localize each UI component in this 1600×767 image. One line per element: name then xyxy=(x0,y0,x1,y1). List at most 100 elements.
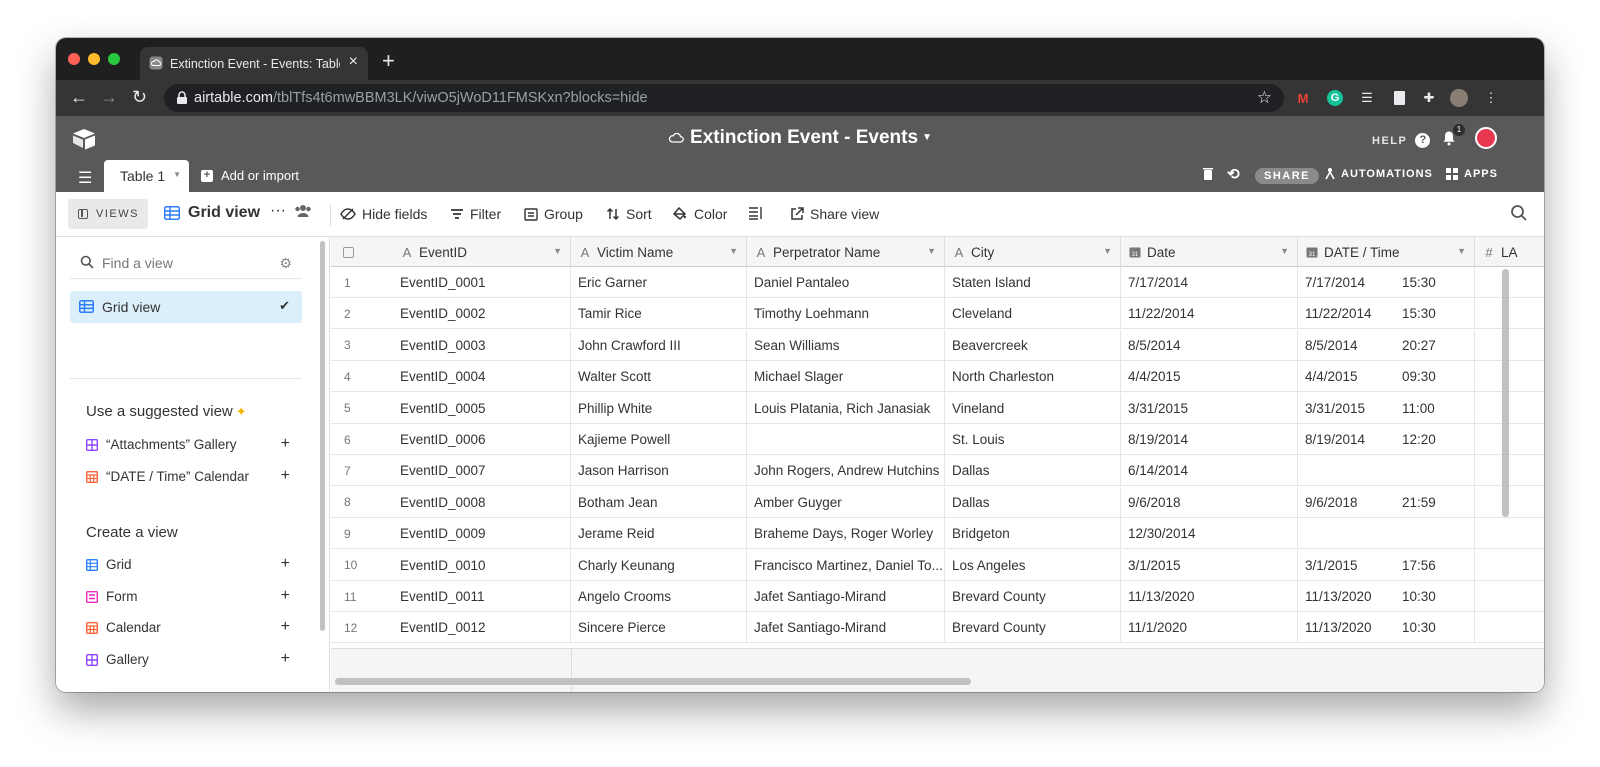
apps-button[interactable]: APPS xyxy=(1445,167,1498,181)
table-row[interactable]: 11 EventID_0011 Angelo Crooms Jafet Santiag… xyxy=(331,581,1544,612)
plus-icon[interactable]: + xyxy=(281,650,290,668)
create-calendar-view[interactable]: Calendar + xyxy=(86,618,290,635)
plus-icon[interactable]: + xyxy=(281,555,290,573)
minimize-window-button[interactable] xyxy=(88,53,100,65)
filter-button[interactable]: Filter xyxy=(450,206,501,222)
plus-icon[interactable]: + xyxy=(281,587,290,605)
table-row[interactable]: 4 EventID_0004 Walter Scott Michael Slager N… xyxy=(331,361,1544,393)
row-height-icon[interactable] xyxy=(748,206,770,220)
grammarly-extension-icon[interactable]: G xyxy=(1326,89,1344,107)
cell-perpetrator-name[interactable]: Braheme Days, Roger Worley xyxy=(747,518,945,550)
cell-perpetrator-name[interactable]: Michael Slager xyxy=(747,361,945,393)
cell-la[interactable] xyxy=(1475,298,1544,329)
new-tab-button[interactable]: + xyxy=(382,48,395,74)
gear-icon[interactable]: ⚙ xyxy=(279,255,292,272)
table-row[interactable]: 2 EventID_0002 Tamir Rice Timothy Loehmann C… xyxy=(331,298,1544,330)
cell-la[interactable] xyxy=(1475,267,1544,298)
sort-button[interactable]: Sort xyxy=(606,206,652,222)
share-button[interactable]: SHARE xyxy=(1255,168,1320,184)
cell-date[interactable]: 3/31/2015 xyxy=(1121,392,1298,424)
history-icon[interactable]: ⟲ xyxy=(1227,165,1241,183)
cell-date-time[interactable]: 9/6/2018 21:59 xyxy=(1298,486,1475,518)
color-button[interactable]: Color xyxy=(673,206,727,222)
cell-eventid[interactable]: EventID_0011 xyxy=(393,581,571,612)
chevron-down-icon[interactable]: ▼ xyxy=(1103,246,1112,256)
cell-date-time[interactable]: 11/13/2020 10:30 xyxy=(1298,581,1475,612)
cell-victim-name[interactable]: Phillip White xyxy=(571,392,747,424)
cell-city[interactable]: Dallas xyxy=(945,455,1121,487)
cell-date-time[interactable]: 3/31/2015 11:00 xyxy=(1298,392,1475,424)
table-row[interactable]: 8 EventID_0008 Botham Jean Amber Guyger Dall… xyxy=(331,486,1544,518)
cell-city[interactable]: Beavercreek xyxy=(945,329,1121,361)
cell-date[interactable]: 4/4/2015 xyxy=(1121,361,1298,393)
search-icon[interactable] xyxy=(1510,204,1528,222)
cell-date[interactable]: 8/19/2014 xyxy=(1121,424,1298,455)
caret-down-icon[interactable]: ▼ xyxy=(173,170,181,179)
trash-icon[interactable] xyxy=(1202,167,1214,181)
cell-victim-name[interactable]: Charly Keunang xyxy=(571,549,747,581)
cell-la[interactable] xyxy=(1475,612,1544,643)
vertical-scrollbar[interactable] xyxy=(1502,269,1509,517)
find-view-input[interactable]: Find a view ⚙ xyxy=(70,247,302,279)
table-row[interactable]: 6 EventID_0006 Kajieme Powell St. Louis 8/19… xyxy=(331,424,1544,455)
profile-avatar-icon[interactable] xyxy=(1450,89,1468,107)
cell-city[interactable]: Cleveland xyxy=(945,298,1121,330)
cell-city[interactable]: Brevard County xyxy=(945,612,1121,644)
cell-la[interactable] xyxy=(1475,393,1544,424)
table-row[interactable]: 3 EventID_0003 John Crawford III Sean Willi… xyxy=(331,329,1544,361)
column-header-date-time[interactable]: 31 DATE / Time ▼ xyxy=(1298,237,1475,267)
cell-victim-name[interactable]: Sincere Pierce xyxy=(571,612,747,644)
cell-la[interactable] xyxy=(1475,581,1544,612)
cell-date-time[interactable]: 11/13/2020 10:30 xyxy=(1298,612,1475,644)
cell-date[interactable]: 11/22/2014 xyxy=(1121,298,1298,330)
cell-perpetrator-name[interactable]: Jafet Santiago-Mirand xyxy=(747,612,945,644)
group-button[interactable]: Group xyxy=(524,206,583,222)
current-view-name[interactable]: Grid view xyxy=(164,204,260,222)
cell-eventid[interactable]: EventID_0004 xyxy=(393,361,571,393)
cell-victim-name[interactable]: John Crawford III xyxy=(571,329,747,361)
hide-fields-button[interactable]: Hide fields xyxy=(340,206,427,222)
document-extension-icon[interactable] xyxy=(1390,89,1408,107)
chevron-down-icon[interactable]: ▼ xyxy=(927,246,936,256)
cell-eventid[interactable]: EventID_0010 xyxy=(393,549,571,581)
cell-perpetrator-name[interactable]: Daniel Pantaleo xyxy=(747,267,945,298)
close-window-button[interactable] xyxy=(68,53,80,65)
maximize-window-button[interactable] xyxy=(108,53,120,65)
cell-victim-name[interactable]: Walter Scott xyxy=(571,361,747,393)
cell-date[interactable]: 9/6/2018 xyxy=(1121,486,1298,518)
table-row[interactable]: 7 EventID_0007 Jason Harrison John Rogers, … xyxy=(331,455,1544,487)
cell-eventid[interactable]: EventID_0007 xyxy=(393,455,571,487)
puzzle-extensions-icon[interactable]: ✚ xyxy=(1420,89,1438,107)
cell-date-time[interactable] xyxy=(1298,518,1475,550)
cell-date-time[interactable]: 3/1/2015 17:56 xyxy=(1298,549,1475,581)
table-row[interactable]: 10 EventID_0010 Charly Keunang Francisco Ma… xyxy=(331,549,1544,581)
back-arrow-icon[interactable]: ← xyxy=(70,87,88,108)
chevron-down-icon[interactable]: ▼ xyxy=(1280,246,1289,256)
close-tab-icon[interactable]: × xyxy=(349,53,358,71)
cell-date-time[interactable]: 7/17/2014 15:30 xyxy=(1298,267,1475,298)
cell-victim-name[interactable]: Tamir Rice xyxy=(571,298,747,330)
column-header-victim-name[interactable]: A Victim Name ▼ xyxy=(571,237,747,267)
cell-la[interactable] xyxy=(1475,455,1544,486)
help-button[interactable]: HELP? xyxy=(1372,133,1431,148)
cell-city[interactable]: North Charleston xyxy=(945,361,1121,393)
cell-perpetrator-name[interactable]: Jafet Santiago-Mirand xyxy=(747,581,945,612)
cell-eventid[interactable]: EventID_0009 xyxy=(393,518,571,550)
bookmark-star-icon[interactable]: ☆ xyxy=(1257,88,1272,108)
collaborators-icon[interactable] xyxy=(294,204,318,218)
create-form-view[interactable]: Form + xyxy=(86,587,290,605)
automations-button[interactable]: AUTOMATIONS xyxy=(1323,167,1433,181)
chevron-down-icon[interactable]: ▼ xyxy=(553,246,562,256)
cell-city[interactable]: St. Louis xyxy=(945,424,1121,455)
cell-date-time[interactable]: 4/4/2015 09:30 xyxy=(1298,361,1475,393)
create-gallery-view[interactable]: Gallery + xyxy=(86,650,290,668)
cell-perpetrator-name[interactable]: Amber Guyger xyxy=(747,486,945,518)
cell-la[interactable] xyxy=(1475,518,1544,549)
cell-victim-name[interactable]: Jerame Reid xyxy=(571,518,747,550)
horizontal-scrollbar[interactable] xyxy=(335,678,971,685)
chevron-down-icon[interactable]: ▼ xyxy=(729,246,738,256)
column-header-perpetrator-name[interactable]: A Perpetrator Name ▼ xyxy=(747,237,945,267)
cell-city[interactable]: Vineland xyxy=(945,392,1121,424)
view-more-icon[interactable]: ··· xyxy=(270,202,286,220)
cell-la[interactable] xyxy=(1475,487,1544,518)
